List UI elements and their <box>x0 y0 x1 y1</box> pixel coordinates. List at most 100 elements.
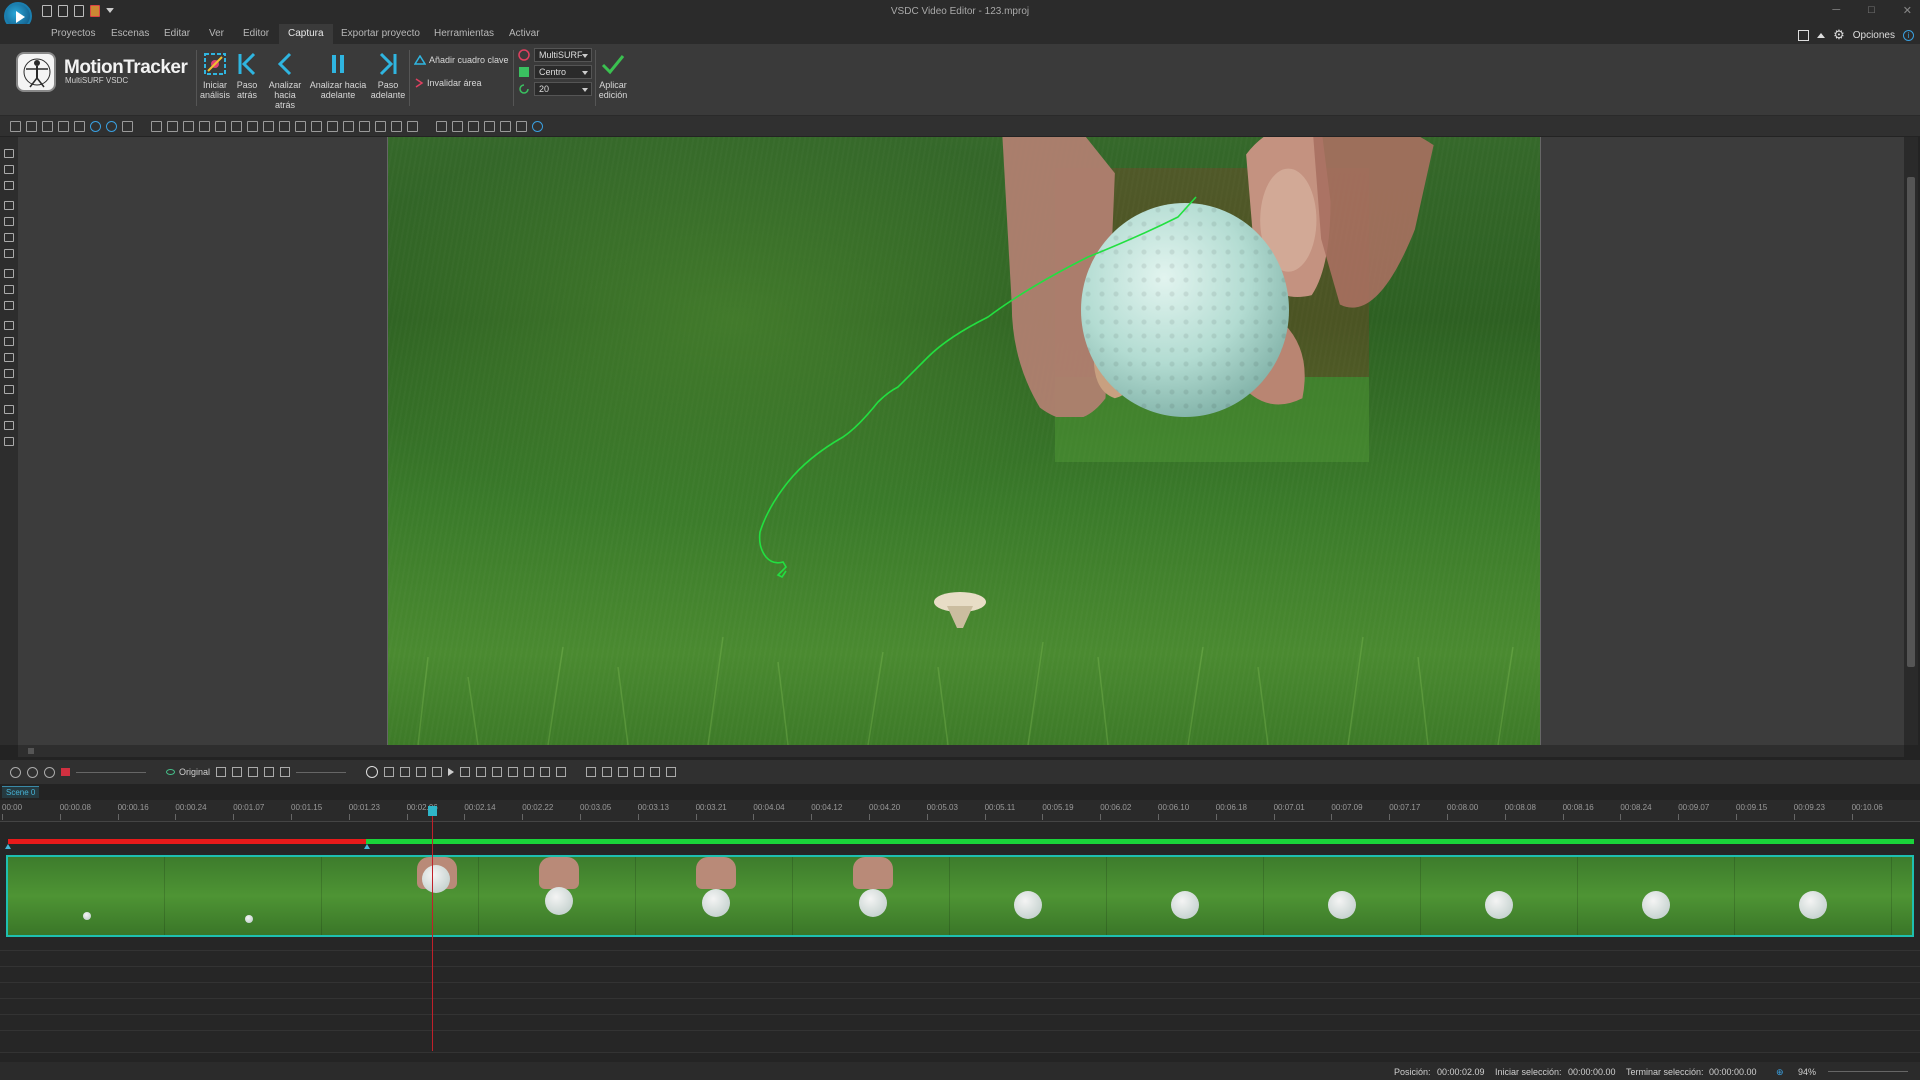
tab-exportar-proyecto[interactable]: Exportar proyecto <box>341 28 420 39</box>
align-right-icon[interactable] <box>199 120 210 132</box>
apply-edit-button[interactable]: Aplicar edición <box>596 48 630 100</box>
invalidate-area-button[interactable]: Invalidar área <box>414 78 482 88</box>
image-tool-icon[interactable] <box>4 353 14 362</box>
redo-icon[interactable] <box>122 120 133 132</box>
marker-icon[interactable] <box>216 767 227 777</box>
split-view-icon[interactable] <box>492 767 503 777</box>
stop-icon[interactable] <box>432 767 443 777</box>
video-clip[interactable] <box>6 855 1914 937</box>
volume-slider[interactable] <box>296 771 347 773</box>
undo-icon[interactable] <box>106 120 117 132</box>
info-panel-icon[interactable] <box>602 767 613 777</box>
distribute-v-icon[interactable] <box>279 120 290 132</box>
magnet-icon[interactable] <box>634 767 645 777</box>
scroll-thumb[interactable] <box>1907 177 1915 667</box>
zoom-fit-status-icon[interactable]: ⊕ <box>1776 1067 1784 1078</box>
blend-icon[interactable] <box>500 120 511 132</box>
analyze-back-button[interactable]: Analizar hacia atrás <box>263 48 307 110</box>
repeat-icon[interactable] <box>264 767 275 777</box>
effects-icon[interactable] <box>516 120 527 132</box>
clock-icon[interactable] <box>366 766 379 778</box>
playhead-handle[interactable] <box>428 806 437 816</box>
mask-icon[interactable] <box>484 120 495 132</box>
same-size-icon[interactable] <box>295 120 306 132</box>
zoom-slider[interactable] <box>76 771 146 773</box>
anchor-select[interactable]: Centro <box>534 65 592 79</box>
video-tool-icon[interactable] <box>4 165 14 174</box>
tab-editar[interactable]: Editar <box>164 28 190 39</box>
audio-tool-icon[interactable] <box>4 181 14 190</box>
options-button[interactable]: Opciones <box>1853 30 1895 41</box>
tab-activar[interactable]: Activar <box>509 28 540 39</box>
bring-front-icon[interactable] <box>359 120 370 132</box>
select-icon[interactable] <box>90 120 101 132</box>
motion-path[interactable] <box>388 137 1541 745</box>
audio-spectrum-tool-icon[interactable] <box>4 405 14 414</box>
chart-tool-icon[interactable] <box>4 321 14 330</box>
loop-icon[interactable] <box>248 767 259 777</box>
crop-icon[interactable] <box>436 120 447 132</box>
tracked-range-invalid[interactable] <box>8 839 366 844</box>
prev-frame-icon[interactable] <box>416 767 427 777</box>
text-tool-icon[interactable] <box>4 269 14 278</box>
add-keyframe-button[interactable]: Añadir cuadro clave <box>414 55 509 65</box>
go-end-icon[interactable] <box>476 767 487 777</box>
tab-herramientas[interactable]: Herramientas <box>434 28 494 39</box>
keyframe-marker[interactable] <box>5 844 11 849</box>
split-icon[interactable] <box>232 767 243 777</box>
settings-icon[interactable] <box>532 120 543 132</box>
animation-tool-icon[interactable] <box>4 337 14 346</box>
snapshot-icon[interactable] <box>61 768 70 776</box>
callout-tool-icon[interactable] <box>4 301 14 310</box>
cut-region-icon[interactable] <box>524 767 535 777</box>
zoom-fit-icon[interactable] <box>44 766 55 778</box>
align-center-icon[interactable] <box>183 120 194 132</box>
algorithm-select[interactable]: MultiSURF <box>534 48 592 62</box>
copy-icon[interactable] <box>26 120 37 132</box>
video-effect-tool-icon[interactable] <box>4 385 14 394</box>
line-tool-icon[interactable] <box>4 201 14 210</box>
step-back-button[interactable]: Paso atrás <box>233 48 261 100</box>
scene-tab[interactable]: Scene 0 <box>2 786 40 798</box>
align-bottom-icon[interactable] <box>247 120 258 132</box>
step-forward-button[interactable]: Paso adelante <box>369 48 407 100</box>
tab-escenas[interactable]: Escenas <box>111 28 149 39</box>
link-icon[interactable] <box>650 767 661 777</box>
fit-icon[interactable] <box>311 120 322 132</box>
zoom-out-icon[interactable] <box>27 766 38 778</box>
paste-special-icon[interactable] <box>58 120 69 132</box>
distribute-h-icon[interactable] <box>263 120 274 132</box>
move-tool-icon[interactable] <box>4 437 14 446</box>
unlink-icon[interactable] <box>666 767 677 777</box>
delete-icon[interactable] <box>74 120 85 132</box>
close-button[interactable]: ✕ <box>1903 4 1912 17</box>
keyframe-marker[interactable] <box>364 844 370 849</box>
tab-proyectos[interactable]: Proyectos <box>51 28 95 39</box>
vertical-scrollbar[interactable] <box>1904 137 1918 745</box>
mark-out-icon[interactable] <box>556 767 567 777</box>
scroll-left-icon[interactable] <box>28 748 34 754</box>
go-start-icon[interactable] <box>384 767 395 777</box>
tab-ver[interactable]: Ver <box>209 28 224 39</box>
tab-captura[interactable]: Captura <box>279 24 333 44</box>
align-top-icon[interactable] <box>215 120 226 132</box>
maximize-button[interactable]: □ <box>1868 4 1875 17</box>
subtitle-tool-icon[interactable] <box>4 285 14 294</box>
info-icon[interactable]: i <box>1903 29 1914 41</box>
start-analysis-button[interactable]: Iniciar análisis <box>199 48 231 100</box>
grid-icon[interactable] <box>151 120 162 132</box>
layout-icon[interactable] <box>1798 29 1810 41</box>
horizontal-scrollbar[interactable] <box>18 745 1904 757</box>
trim-icon[interactable] <box>508 767 519 777</box>
gear-icon[interactable]: ⚙ <box>1833 27 1845 43</box>
analyze-forward-button[interactable]: Analizar hacia adelante <box>309 48 367 100</box>
filter-icon[interactable] <box>468 120 479 132</box>
zoom-level-slider[interactable] <box>1828 1071 1908 1072</box>
send-backward-icon[interactable] <box>343 120 354 132</box>
render-icon[interactable] <box>586 767 597 777</box>
tracked-range-valid[interactable] <box>366 839 1914 844</box>
freehand-tool-icon[interactable] <box>4 249 14 258</box>
collapse-ribbon-icon[interactable] <box>1817 32 1826 38</box>
rewind-icon[interactable] <box>400 767 411 777</box>
sprite-tool-icon[interactable] <box>4 369 14 378</box>
